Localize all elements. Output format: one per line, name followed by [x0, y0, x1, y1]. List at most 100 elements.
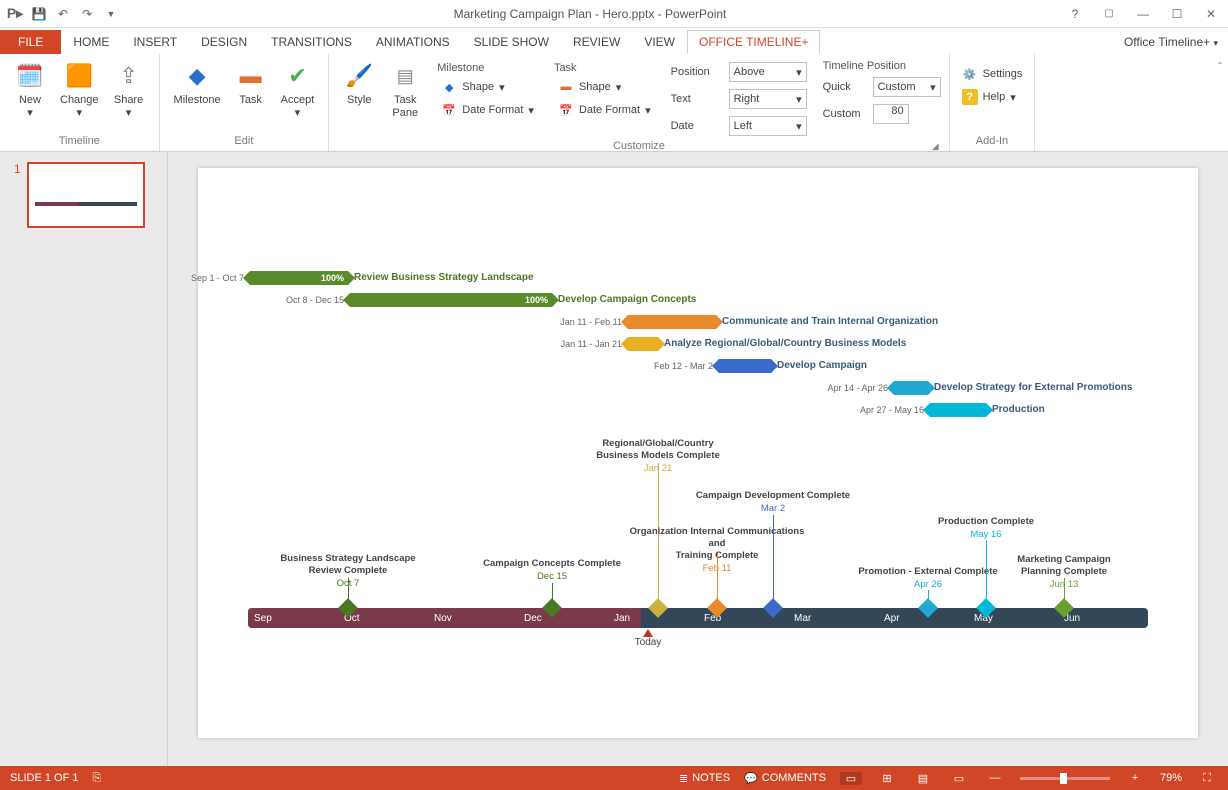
redo-icon[interactable]: ↷: [76, 3, 98, 25]
task-bar[interactable]: Oct 8 - Dec 15 100% Develop Campaign Con…: [350, 292, 552, 307]
task-bar[interactable]: Feb 12 - Mar 2 Develop Campaign: [719, 358, 771, 373]
help-button-ribbon[interactable]: ?Help ▾: [958, 87, 1027, 107]
position-dropdown[interactable]: Above▾: [729, 62, 807, 82]
task-bar[interactable]: Sep 1 - Oct 7 100% Review Business Strat…: [250, 270, 348, 285]
milestone-dateformat-button[interactable]: 📅Date Format ▾: [437, 100, 538, 120]
slide-counter: SLIDE 1 OF 1: [10, 772, 78, 784]
title-bar: P▸ 💾 ↶ ↷ ▼ Marketing Campaign Plan - Her…: [0, 0, 1228, 28]
powerpoint-icon: P▸: [4, 3, 26, 25]
share-button[interactable]: ⇪Share▾: [107, 58, 151, 122]
tab-view[interactable]: VIEW: [632, 30, 687, 54]
notes-button[interactable]: ≣NOTES: [679, 772, 730, 785]
tab-insert[interactable]: INSERT: [121, 30, 189, 54]
task-bar[interactable]: Apr 27 - May 16 Production: [930, 402, 986, 417]
quick-access-toolbar: P▸ 💾 ↶ ↷ ▼: [0, 3, 122, 25]
quick-dropdown[interactable]: Custom▾: [873, 77, 941, 97]
group-timeline-label: Timeline: [59, 133, 100, 149]
milestone-shape-button[interactable]: ◆Shape ▾: [437, 77, 538, 97]
date-dropdown[interactable]: Left▾: [729, 116, 807, 136]
dialog-launcher-icon[interactable]: ◢: [932, 141, 939, 152]
group-addin-label: Add-In: [976, 133, 1008, 149]
close-button[interactable]: ✕: [1194, 0, 1228, 28]
zoom-out-button[interactable]: —: [984, 772, 1006, 784]
thumb-number: 1: [14, 162, 21, 228]
change-icon: 🟧: [63, 60, 95, 92]
settings-button[interactable]: ⚙️Settings: [958, 64, 1027, 84]
comments-icon: 💬: [744, 772, 758, 785]
maximize-button[interactable]: ☐: [1160, 0, 1194, 28]
tab-slideshow[interactable]: SLIDE SHOW: [462, 30, 561, 54]
custom-input[interactable]: 80: [873, 104, 909, 124]
timeline-axis: SepOctNovDecJanFebMarAprMayJun: [248, 608, 1148, 628]
tab-design[interactable]: DESIGN: [189, 30, 259, 54]
tab-review[interactable]: REVIEW: [561, 30, 632, 54]
gear-icon: ⚙️: [962, 66, 978, 82]
undo-icon[interactable]: ↶: [52, 3, 74, 25]
task-dates: Jan 11 - Feb 11: [560, 317, 622, 327]
ribbon-tabs: FILE HOME INSERT DESIGN TRANSITIONS ANIM…: [0, 28, 1228, 54]
new-icon: 🗓️: [14, 60, 46, 92]
task-name: Develop Campaign Concepts: [558, 294, 696, 305]
tab-office-timeline[interactable]: OFFICE TIMELINE+: [687, 30, 820, 54]
task-bar[interactable]: Jan 11 - Feb 11 Communicate and Train In…: [628, 314, 716, 329]
save-icon[interactable]: 💾: [28, 3, 50, 25]
slideshow-view-icon[interactable]: ▭: [948, 772, 970, 785]
help-icon: ?: [962, 89, 978, 105]
tab-home[interactable]: HOME: [61, 30, 121, 54]
milestone-button[interactable]: ◆Milestone: [168, 58, 227, 109]
style-icon: 🖌️: [343, 60, 375, 92]
custom-label: Custom: [823, 108, 867, 120]
comments-button[interactable]: 💬COMMENTS: [744, 772, 826, 785]
normal-view-icon[interactable]: ▭: [840, 772, 862, 785]
zoom-level[interactable]: 79%: [1160, 772, 1182, 784]
shape-icon: ▬: [558, 79, 574, 95]
task-percent: 100%: [321, 271, 344, 285]
task-button[interactable]: ▬Task: [229, 58, 273, 109]
month-label: Mar: [788, 608, 878, 628]
style-button[interactable]: 🖌️Style: [337, 58, 381, 109]
slide-1[interactable]: Sep 1 - Oct 7 100% Review Business Strat…: [198, 168, 1198, 738]
spellcheck-icon[interactable]: ⎘: [92, 772, 101, 785]
milestone-label: Campaign Development CompleteMar 2: [683, 490, 863, 515]
slide-sorter-icon[interactable]: ⊞: [876, 772, 898, 785]
reading-view-icon[interactable]: ▤: [912, 772, 934, 785]
collapse-ribbon-icon[interactable]: ˆ: [1218, 60, 1222, 74]
tab-office-timeline-right[interactable]: Office Timeline+ ▾: [1114, 30, 1228, 54]
task-bar[interactable]: Jan 11 - Jan 21 Analyze Regional/Global/…: [628, 336, 658, 351]
task-shape-button[interactable]: ▬Shape ▾: [554, 77, 655, 97]
tab-transitions[interactable]: TRANSITIONS: [259, 30, 364, 54]
task-name: Analyze Regional/Global/Country Business…: [664, 338, 906, 349]
task-bar[interactable]: Apr 14 - Apr 26 Develop Strategy for Ext…: [894, 380, 928, 395]
help-button[interactable]: ?: [1058, 0, 1092, 28]
chevron-down-icon: ▾: [1213, 38, 1218, 48]
task-name: Develop Strategy for External Promotions: [934, 382, 1132, 393]
fit-to-window-icon[interactable]: ⛶: [1196, 772, 1218, 785]
calendar-icon: 📅: [558, 102, 574, 118]
today-marker: Today: [623, 629, 673, 648]
qat-customize-icon[interactable]: ▼: [100, 3, 122, 25]
task-dateformat-button[interactable]: 📅Date Format ▾: [554, 100, 655, 120]
minimize-button[interactable]: —: [1126, 0, 1160, 28]
zoom-slider[interactable]: [1020, 777, 1110, 780]
month-label: Dec: [518, 608, 608, 628]
month-label: Jun: [1058, 608, 1148, 628]
slide-thumbnail-1[interactable]: [27, 162, 145, 228]
milestone-group-label: Milestone: [437, 62, 538, 74]
change-button[interactable]: 🟧Change▾: [54, 58, 105, 122]
task-pane-button[interactable]: ▤Task Pane: [383, 58, 427, 122]
task-name: Communicate and Train Internal Organizat…: [722, 316, 938, 327]
quick-label: Quick: [823, 81, 867, 93]
accept-button[interactable]: ✔Accept▾: [275, 58, 321, 122]
text-dropdown[interactable]: Right▾: [729, 89, 807, 109]
task-name: Review Business Strategy Landscape: [354, 272, 534, 283]
tab-animations[interactable]: ANIMATIONS: [364, 30, 462, 54]
task-name: Develop Campaign: [777, 360, 867, 371]
milestone-label: Campaign Concepts CompleteDec 15: [462, 558, 642, 583]
zoom-in-button[interactable]: +: [1124, 772, 1146, 784]
new-button[interactable]: 🗓️New▾: [8, 58, 52, 122]
timeline-position-label: Timeline Position: [823, 60, 941, 72]
tab-file[interactable]: FILE: [0, 30, 61, 54]
ribbon-display-icon[interactable]: ▢: [1092, 0, 1126, 28]
slide-canvas[interactable]: Sep 1 - Oct 7 100% Review Business Strat…: [168, 152, 1228, 766]
status-bar: SLIDE 1 OF 1 ⎘ ≣NOTES 💬COMMENTS ▭ ⊞ ▤ ▭ …: [0, 766, 1228, 790]
